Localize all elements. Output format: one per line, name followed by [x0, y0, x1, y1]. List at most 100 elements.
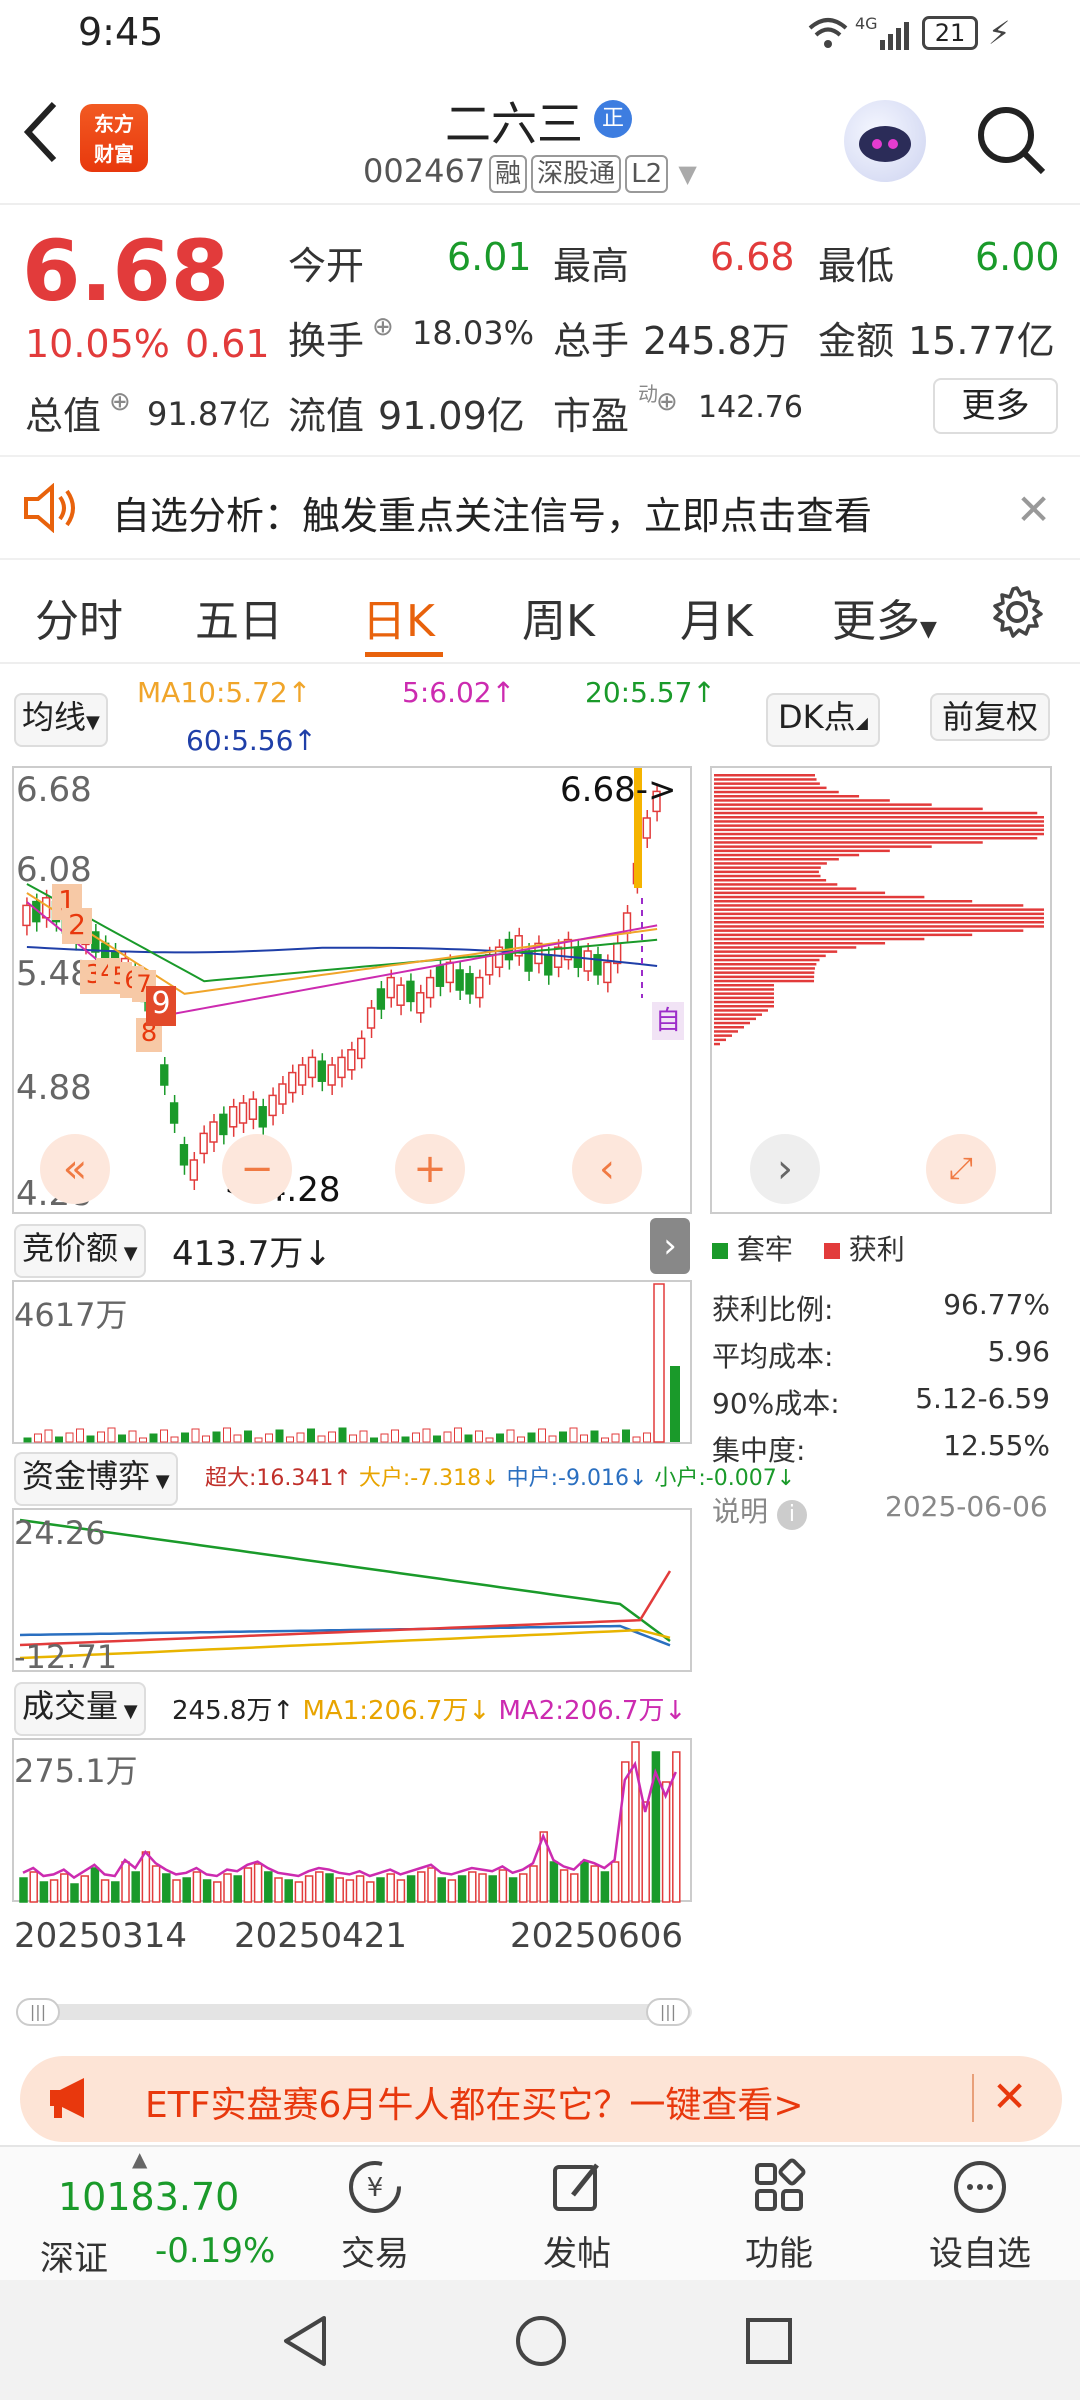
volume-bar	[151, 1865, 161, 1903]
volume-ma1: MA1:206.7万↓	[302, 1696, 491, 1726]
logo-text-1: 东方	[94, 112, 134, 136]
gear-icon[interactable]	[990, 585, 1044, 643]
chip-bar	[714, 996, 775, 1000]
nav-trade[interactable]: ¥ 交易	[325, 2157, 425, 2275]
tab-weekly-k[interactable]: 周K	[522, 585, 595, 649]
fundflow-select[interactable]: 资金博弈 ▼	[14, 1452, 178, 1506]
auction-bar	[286, 1436, 294, 1443]
chip-bar	[714, 795, 860, 798]
scroll-left-button[interactable]: ‹	[572, 1134, 642, 1204]
volume-select[interactable]: 成交量 ▼	[14, 1682, 146, 1736]
chip-bar	[714, 816, 1044, 819]
more-dots-icon	[954, 2161, 1006, 2213]
nav-post-label: 发帖	[543, 2234, 611, 2274]
chip-bar	[714, 954, 826, 958]
robot-avatar[interactable]	[844, 100, 926, 182]
chip-bar	[714, 942, 886, 945]
chip-date: 2025-06-06	[885, 1490, 1048, 1523]
nav-add-watchlist[interactable]: 设自选	[920, 2157, 1040, 2275]
volume-bar	[60, 1873, 69, 1903]
volume-label: 成交量	[22, 1687, 119, 1725]
promo-banner[interactable]: ETF实盘赛6月牛人都在买它？一键查看> ✕	[20, 2056, 1062, 2142]
chip-bar	[714, 929, 1024, 932]
candle-body	[465, 973, 474, 995]
expand-icon[interactable]: ⤢	[926, 1134, 996, 1204]
auction-bar-peak	[670, 1366, 680, 1442]
chip-bar	[714, 811, 1038, 815]
auction-bar	[422, 1428, 431, 1443]
volume-bar	[478, 1873, 487, 1903]
chip-bar	[714, 1026, 744, 1029]
close-icon[interactable]: ✕	[992, 2072, 1027, 2121]
tab-intraday[interactable]: 分时	[35, 585, 123, 649]
chip-bar	[714, 803, 932, 806]
scroll-left-fast-button[interactable]: «	[40, 1134, 110, 1204]
auction-bar	[118, 1434, 126, 1443]
recents-square-icon[interactable]	[744, 2316, 794, 2370]
chip-bar	[714, 979, 815, 983]
chip-bar	[714, 912, 1044, 916]
back-triangle-icon[interactable]	[280, 2314, 330, 2372]
info-icon[interactable]: ⊕	[656, 387, 678, 417]
network-type: 4G	[855, 14, 878, 33]
tab-daily-k[interactable]: 日K	[362, 585, 435, 649]
index-value[interactable]: 10183.70	[58, 2175, 239, 2219]
volume-value: 245.8万↑	[172, 1696, 295, 1726]
chip-bar	[714, 879, 827, 882]
zoom-in-button[interactable]: +	[395, 1134, 465, 1204]
info-icon[interactable]: ⊕	[109, 387, 131, 417]
auction-bar	[349, 1434, 357, 1443]
chip-bar	[714, 837, 1038, 840]
dk-button[interactable]: DK点◢	[766, 693, 880, 747]
chip-note[interactable]: 说明 i	[712, 1490, 807, 1530]
indicator-select[interactable]: 均线▼	[14, 693, 108, 747]
candle-body	[445, 961, 454, 984]
close-icon[interactable]: ✕	[1016, 485, 1051, 534]
nav-post[interactable]: 发帖	[527, 2157, 627, 2275]
stock-code-row: 002467 融深股通 L2 ▼	[363, 152, 697, 193]
candle-body	[160, 1064, 169, 1086]
back-icon[interactable]	[22, 100, 62, 168]
volume-bar	[417, 1871, 426, 1903]
chip-bar	[714, 916, 1044, 920]
candle-body	[229, 1106, 238, 1128]
index-name[interactable]: 深证	[40, 2231, 108, 2280]
zoom-out-button[interactable]: −	[222, 1134, 292, 1204]
pe-sup: 动	[638, 382, 658, 406]
range-scrollbar[interactable]	[16, 2004, 692, 2020]
search-icon[interactable]	[975, 104, 1047, 180]
tab-monthly-k[interactable]: 月K	[680, 585, 753, 649]
tab-more[interactable]: 更多▼	[832, 585, 937, 649]
range-handle-right[interactable]: |||	[646, 1998, 690, 2026]
volume-value: 245.8万	[643, 319, 790, 363]
turnover-value: 18.03%	[412, 314, 535, 352]
volume-bar	[366, 1881, 375, 1903]
candle-body	[386, 976, 395, 999]
range-handle-left[interactable]: |||	[16, 1998, 60, 2026]
candle-body	[22, 904, 31, 927]
home-circle-icon[interactable]	[514, 2314, 568, 2372]
auction-ymax: 4617万	[14, 1296, 128, 1334]
nav-function[interactable]: 功能	[729, 2157, 829, 2275]
chip-bar	[714, 820, 1044, 823]
svg-text:¥: ¥	[367, 2173, 384, 2203]
chip-next-button[interactable]: ›	[750, 1134, 820, 1204]
adjust-button[interactable]: 前复权	[930, 693, 1051, 741]
chip-bar	[714, 858, 839, 861]
candle-body	[297, 1064, 307, 1086]
index-pct[interactable]: -0.19%	[155, 2231, 275, 2271]
notice-bar[interactable]: 自选分析：触发重点关注信号，立即点击查看 ✕	[0, 455, 1080, 560]
dropdown-icon[interactable]: ▼	[678, 160, 696, 188]
more-button[interactable]: 更多	[933, 378, 1058, 434]
tab-5day[interactable]: 五日	[195, 585, 283, 649]
info-icon[interactable]: ⊕	[372, 312, 394, 342]
volume-bar	[39, 1881, 49, 1903]
collapse-button[interactable]: ›	[650, 1218, 690, 1274]
chip-bar	[714, 904, 1024, 907]
status-bar: 9:45 4G 21 ⚡	[0, 0, 1080, 70]
auction-select[interactable]: 竞价额 ▼	[14, 1224, 146, 1278]
candle-body	[652, 790, 661, 813]
chip-bar	[714, 824, 1044, 827]
turnover-label: 换手	[288, 319, 365, 363]
auction-bar	[317, 1435, 326, 1443]
